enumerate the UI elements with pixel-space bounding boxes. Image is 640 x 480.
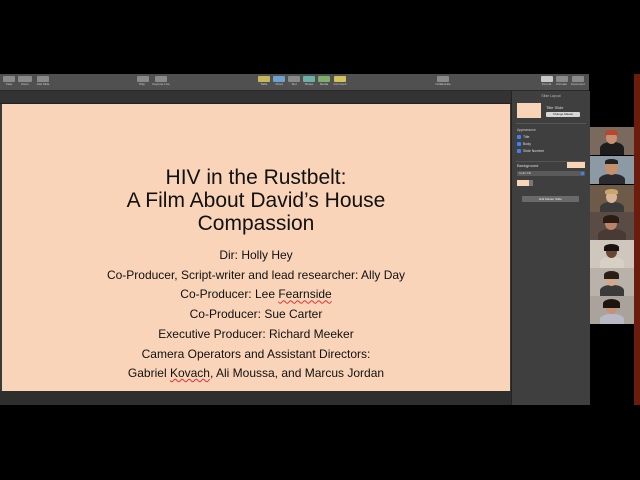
animate-button[interactable]: Animate <box>555 76 568 88</box>
credit-camera-names: Gabriel Kovach, Ali Moussa, and Marcus J… <box>127 366 385 381</box>
participant-tile-5[interactable] <box>590 240 634 268</box>
layout-name: Title Slide <box>546 105 564 110</box>
change-master-button[interactable]: Change Master <box>546 112 580 117</box>
participant-tile-6[interactable] <box>590 268 634 296</box>
keynote-live-button[interactable]: Keynote Live <box>152 76 170 88</box>
title-checkbox[interactable] <box>517 135 521 139</box>
edit-master-slide-button[interactable]: Edit Master Slide <box>522 196 579 202</box>
play-button[interactable]: Play <box>137 76 149 88</box>
spellcheck-word: Kovach <box>169 366 210 381</box>
format-button[interactable]: Format <box>540 76 553 88</box>
bottom-strip <box>0 391 511 405</box>
credit-coproducer-2: Co-Producer: Lee Fearnside <box>180 287 332 302</box>
slide-credits[interactable]: Dir: Holly Hey Co-Producer, Script-write… <box>2 246 510 384</box>
inspector-header: Slide Layout <box>541 94 561 98</box>
slide-number-checkbox[interactable] <box>517 149 521 153</box>
participant-tile-4[interactable] <box>590 212 634 240</box>
credit-coproducer-1: Co-Producer, Script-writer and lead rese… <box>106 267 406 282</box>
chevron-down-icon[interactable] <box>529 180 533 186</box>
credit-coproducer-3: Co-Producer: Sue Carter <box>189 307 323 322</box>
media-button[interactable]: Media <box>318 76 330 88</box>
zoom-button[interactable]: Zoom <box>18 76 32 88</box>
credit-camera-heading: Camera Operators and Assistant Directors… <box>141 346 371 361</box>
body-checkbox-label: Body <box>523 142 531 146</box>
divider <box>516 123 586 124</box>
fill-type-select[interactable]: Color Fill <box>517 171 585 176</box>
inspector-panel: Slide Layout Title Slide Change Master A… <box>511 91 590 405</box>
toolbar: View Zoom Add Slide Play Keynote Live Ta… <box>0 74 589 91</box>
table-button[interactable]: Table <box>258 76 270 88</box>
keynote-window: View Zoom Add Slide Play Keynote Live Ta… <box>0 74 590 405</box>
participant-tile-3[interactable] <box>590 185 634 213</box>
color-well[interactable] <box>517 180 529 186</box>
shape-button[interactable]: Shape <box>303 76 315 88</box>
slide-title[interactable]: HIV in the Rustbelt: A Film About David’… <box>2 166 510 235</box>
slide-canvas[interactable]: HIV in the Rustbelt: A Film About David’… <box>2 104 510 391</box>
layout-thumbnail[interactable] <box>517 103 541 118</box>
avatar <box>598 229 626 240</box>
add-slide-button[interactable]: Add Slide <box>36 76 50 88</box>
spellcheck-word: Fearnside <box>278 287 332 302</box>
participant-tile-7[interactable] <box>590 296 634 324</box>
title-checkbox-label: Title <box>523 135 530 139</box>
avatar <box>599 174 625 184</box>
avatar <box>600 285 624 296</box>
body-checkbox[interactable] <box>517 142 521 146</box>
slide-number-checkbox-label: Slide Number <box>523 149 545 153</box>
document-button[interactable]: Document <box>570 76 586 88</box>
background-swatch[interactable] <box>567 162 585 168</box>
canvas-header <box>0 91 511 104</box>
credit-director: Dir: Holly Hey <box>219 248 293 262</box>
avatar <box>600 257 624 268</box>
chart-button[interactable]: Chart <box>273 76 285 88</box>
chevron-down-icon <box>581 172 584 175</box>
background-label: Background <box>517 163 539 168</box>
participant-tile-1[interactable] <box>590 127 634 155</box>
background-edge <box>634 74 640 405</box>
credit-executive-producer: Executive Producer: Richard Meeker <box>158 326 354 341</box>
text-button[interactable]: Text <box>288 76 300 88</box>
view-button[interactable]: View <box>3 76 15 88</box>
appearance-label: Appearance <box>517 128 536 132</box>
comment-button[interactable]: Comment <box>333 76 347 88</box>
participant-tile-2[interactable] <box>590 156 634 184</box>
avatar <box>600 314 624 324</box>
collaborate-button[interactable]: Collaborate <box>434 76 452 88</box>
